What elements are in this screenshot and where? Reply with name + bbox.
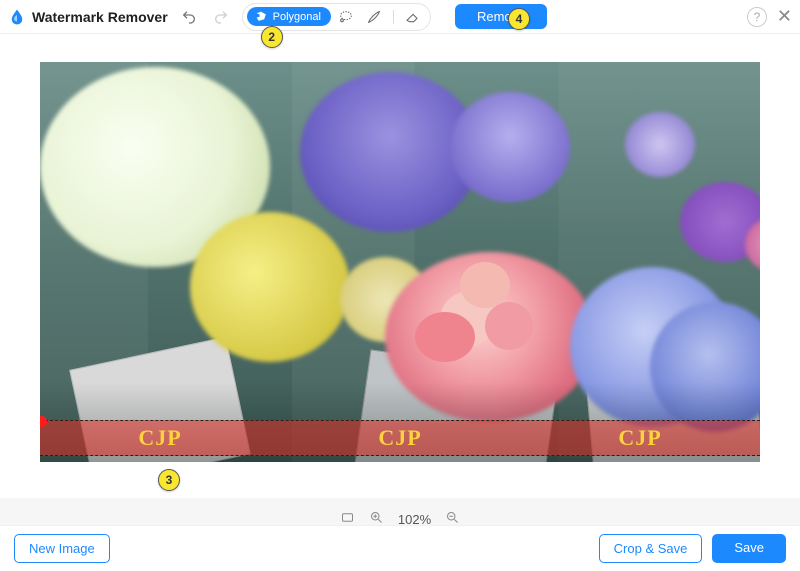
redo-arrow-icon	[213, 9, 229, 25]
fit-icon	[340, 510, 355, 525]
selection-tools-group: Polygonal 2	[242, 3, 431, 31]
close-icon: ✕	[777, 6, 792, 26]
lasso-icon	[338, 9, 354, 25]
polygonal-tool-button[interactable]: Polygonal	[247, 7, 331, 26]
canvas-area: CJP CJP CJP 3 102%	[0, 34, 800, 494]
undo-button[interactable]	[178, 6, 200, 28]
undo-arrow-icon	[181, 9, 197, 25]
new-image-button[interactable]: New Image	[14, 534, 110, 563]
remove-button[interactable]: Remove	[455, 4, 547, 29]
footer-bar: New Image Crop & Save Save	[0, 525, 800, 571]
eraser-icon	[405, 9, 421, 25]
polygonal-lasso-icon	[255, 10, 268, 23]
save-label: Save	[734, 540, 764, 555]
crop-save-button[interactable]: Crop & Save	[599, 534, 703, 563]
window-controls: ? ✕	[747, 6, 792, 27]
help-icon: ?	[754, 10, 761, 24]
new-image-label: New Image	[29, 541, 95, 556]
droplet-logo-icon	[8, 8, 26, 26]
zoom-out-icon	[445, 510, 460, 525]
annotation-badge-2: 2	[261, 26, 283, 48]
watermark-text: CJP	[138, 425, 181, 451]
watermark-selection[interactable]: CJP CJP CJP	[40, 420, 760, 456]
annotation-badge-4: 4	[508, 8, 530, 30]
brush-tool-button[interactable]	[361, 6, 387, 28]
selection-handle[interactable]	[40, 416, 47, 427]
watermark-text: CJP	[378, 425, 421, 451]
watermark-text: CJP	[618, 425, 661, 451]
polygonal-tool-label: Polygonal	[273, 11, 321, 23]
image-canvas[interactable]: CJP CJP CJP	[40, 62, 760, 462]
zoom-in-icon	[369, 510, 384, 525]
eraser-tool-button[interactable]	[400, 6, 426, 28]
lasso-tool-button[interactable]	[333, 6, 359, 28]
crop-save-label: Crop & Save	[614, 541, 688, 556]
save-button[interactable]: Save	[712, 534, 786, 563]
app-logo-title: Watermark Remover	[8, 8, 168, 26]
app-title: Watermark Remover	[32, 9, 168, 25]
close-window-button[interactable]: ✕	[777, 6, 792, 27]
top-toolbar: Watermark Remover Polygonal 2 Remove 4 ?	[0, 0, 800, 34]
redo-button[interactable]	[210, 6, 232, 28]
brush-icon	[366, 9, 382, 25]
separator	[393, 10, 394, 24]
help-button[interactable]: ?	[747, 7, 767, 27]
annotation-badge-3: 3	[158, 469, 180, 491]
